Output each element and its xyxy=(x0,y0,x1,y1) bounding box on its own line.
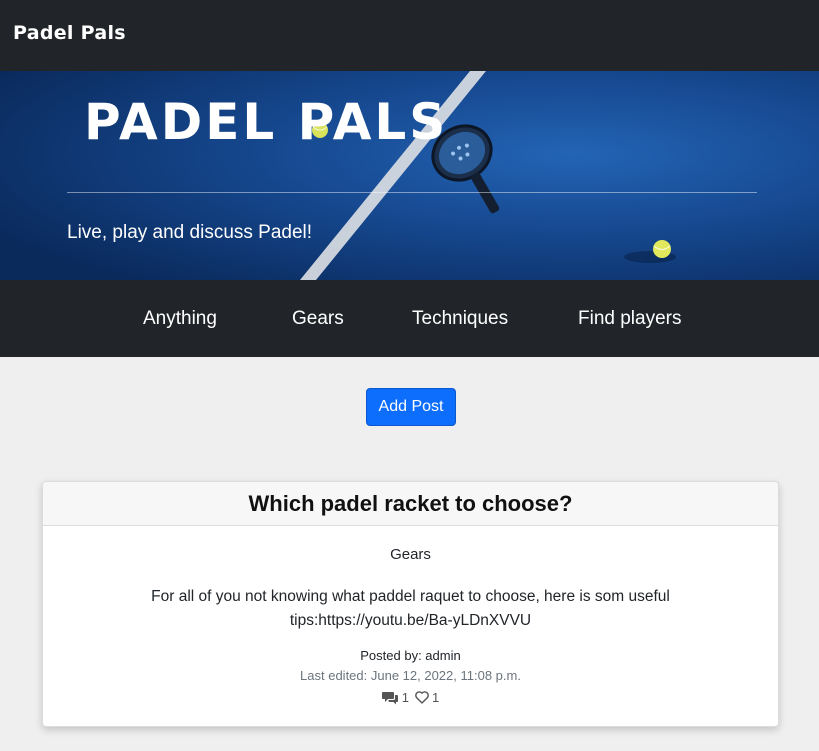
category-link-gears[interactable]: Gears xyxy=(292,308,344,330)
category-link-find-players[interactable]: Find players xyxy=(578,308,682,330)
post-title[interactable]: Which padel racket to choose? xyxy=(249,491,573,517)
likes-count: 1 xyxy=(432,690,440,705)
post-stats: 1 1 xyxy=(43,690,778,705)
hero-divider xyxy=(67,192,757,193)
heart-outline-icon[interactable] xyxy=(415,691,429,704)
category-link-anything[interactable]: Anything xyxy=(143,308,217,330)
comments-icon xyxy=(381,691,399,705)
hero-tagline: Live, play and discuss Padel! xyxy=(67,222,313,243)
navbar-brand[interactable]: Padel Pals xyxy=(13,22,126,44)
post-card-header: Which padel racket to choose? xyxy=(43,482,778,526)
top-navbar: Padel Pals xyxy=(0,0,819,71)
category-nav: Anything Gears Techniques Find players xyxy=(0,280,819,357)
hero-title: PADEL PALS xyxy=(84,93,449,151)
post-author: Posted by: admin xyxy=(360,648,461,663)
post-card[interactable]: Which padel racket to choose? Gears For … xyxy=(42,481,779,727)
add-post-button[interactable]: Add Post xyxy=(366,388,456,426)
comments-count: 1 xyxy=(401,690,409,705)
hero-banner: PADEL PALS Live, play and discuss Padel! xyxy=(0,71,819,280)
post-last-edited: Last edited: June 12, 2022, 11:08 p.m. xyxy=(300,668,521,683)
post-content: For all of you not knowing what paddel r… xyxy=(151,588,670,629)
post-category: Gears xyxy=(390,546,431,563)
category-link-techniques[interactable]: Techniques xyxy=(412,308,508,330)
